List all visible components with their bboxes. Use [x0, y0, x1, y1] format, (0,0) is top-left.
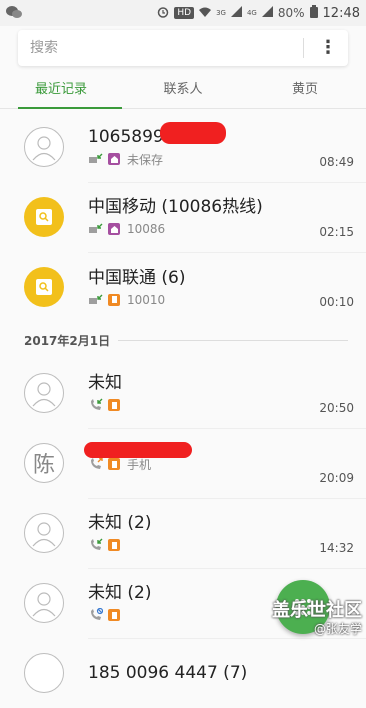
call-content: 未知 20:50: [88, 358, 366, 429]
date-divider: [118, 339, 348, 341]
clock: 12:48: [322, 5, 360, 21]
call-details: 10010: [88, 292, 354, 308]
call-details: 10086: [88, 221, 354, 237]
call-sub-label: 10010: [127, 292, 166, 307]
wifi-icon: [199, 6, 212, 21]
signal-icon-2: [261, 6, 273, 20]
call-log-row[interactable]: 185 0096 4447 (7): [0, 638, 366, 708]
call-details: 手机: [88, 456, 354, 472]
caller-name: 中国移动 (10086热线): [88, 197, 263, 217]
tab-yellow-pages[interactable]: 黄页: [244, 72, 366, 108]
sim-2-icon: [108, 609, 120, 621]
status-bar: HD 3G 4G 80% 12:48: [0, 0, 366, 26]
call-log-row[interactable]: 未知 20:50: [0, 358, 366, 429]
status-right: HD 3G 4G 80% 12:48: [157, 5, 360, 21]
call-time: 08:49: [319, 154, 354, 169]
search-divider: [303, 38, 304, 58]
avatar-placeholder-icon: [24, 373, 64, 413]
signal-icon-1: [230, 6, 242, 20]
caller-name: 中国联通 (6): [88, 267, 186, 288]
call-content: 中国移动 (10086热线) 10086 02:15: [88, 182, 366, 253]
watermark-text: 盖乐世社区: [272, 600, 362, 621]
call-details: [88, 397, 354, 413]
incoming-call-icon: [88, 537, 104, 553]
call-sub-label: 未保存: [127, 152, 164, 167]
incoming-message-icon: [88, 292, 104, 308]
watermark-username: @张友学: [313, 622, 362, 636]
call-content: 185 0096 4447 (7): [88, 638, 366, 708]
call-time: 20:09: [319, 470, 354, 485]
call-details: [88, 537, 354, 553]
call-content: 未知 (2) 14:32: [88, 498, 366, 569]
call-sub-label: 手机: [127, 457, 152, 472]
search-bar[interactable]: ⋮: [18, 30, 348, 66]
call-log-row[interactable]: 中国移动 (10086热线) 10086 02:15: [0, 182, 366, 253]
sim-house-icon: [108, 153, 120, 165]
tab-bar: 最近记录 联系人 黄页: [0, 72, 366, 109]
status-left: [6, 5, 22, 22]
tab-contacts[interactable]: 联系人: [122, 72, 244, 108]
yellow-pages-icon: [24, 197, 64, 237]
caller-name: 未知 (2): [88, 513, 152, 533]
avatar-placeholder-icon: [24, 583, 64, 623]
more-options-icon[interactable]: ⋮: [318, 30, 338, 66]
outgoing-call-icon: [88, 456, 104, 472]
avatar-placeholder-icon: [24, 513, 64, 553]
tab-recent[interactable]: 最近记录: [0, 72, 122, 109]
hd-badge: HD: [174, 7, 195, 19]
search-input[interactable]: [28, 39, 289, 57]
call-log-row[interactable]: 中国联通 (6) 10010 00:10: [0, 252, 366, 322]
call-content: 1065899 未保存 08:49: [88, 112, 366, 183]
call-log-row[interactable]: 1065899 未保存 08:49: [0, 112, 366, 183]
caller-name: 185 0096 4447 (7): [88, 663, 248, 683]
incoming-call-icon: [88, 397, 104, 413]
sim-2-icon: [108, 458, 120, 470]
avatar-placeholder-icon: [24, 653, 64, 693]
alarm-icon: [157, 6, 169, 21]
sim-2-icon: [108, 399, 120, 411]
call-time: 02:15: [319, 224, 354, 239]
redaction-mark: [84, 442, 192, 458]
sim-2-icon: [108, 293, 120, 306]
call-details: 未保存: [88, 151, 354, 167]
call-time: 14:32: [319, 540, 354, 555]
rejected-call-icon: [88, 607, 104, 623]
call-time: 00:10: [319, 295, 354, 309]
sim-house-icon: [108, 223, 120, 235]
battery-percent: 80%: [277, 6, 305, 20]
network-3g: 3G: [216, 9, 226, 17]
network-4g: 4G: [246, 9, 257, 17]
call-content: 手机 20:09: [88, 428, 366, 499]
avatar-placeholder-icon: [24, 127, 64, 167]
redaction-mark: [160, 122, 226, 144]
contact-avatar: 陈: [24, 443, 64, 483]
battery-icon: [309, 5, 318, 21]
incoming-message-icon: [88, 221, 104, 237]
date-label: 2017年2月1日: [24, 333, 111, 348]
call-content: 中国联通 (6) 10010 00:10: [88, 252, 366, 322]
yellow-pages-icon: [24, 267, 64, 307]
call-time: 20:50: [319, 400, 354, 415]
date-section-header: 2017年2月1日: [0, 322, 366, 358]
call-log-row[interactable]: 陈 手机 20:09: [0, 428, 366, 499]
missed-message-icon: [88, 151, 104, 167]
sim-2-icon: [108, 539, 120, 551]
call-log-row[interactable]: 未知 (2) 14:32: [0, 498, 366, 569]
call-sub-label: 10086: [127, 222, 166, 236]
caller-name: 未知: [88, 373, 122, 393]
search-area: ⋮: [0, 26, 366, 66]
wechat-icon: [6, 5, 22, 22]
